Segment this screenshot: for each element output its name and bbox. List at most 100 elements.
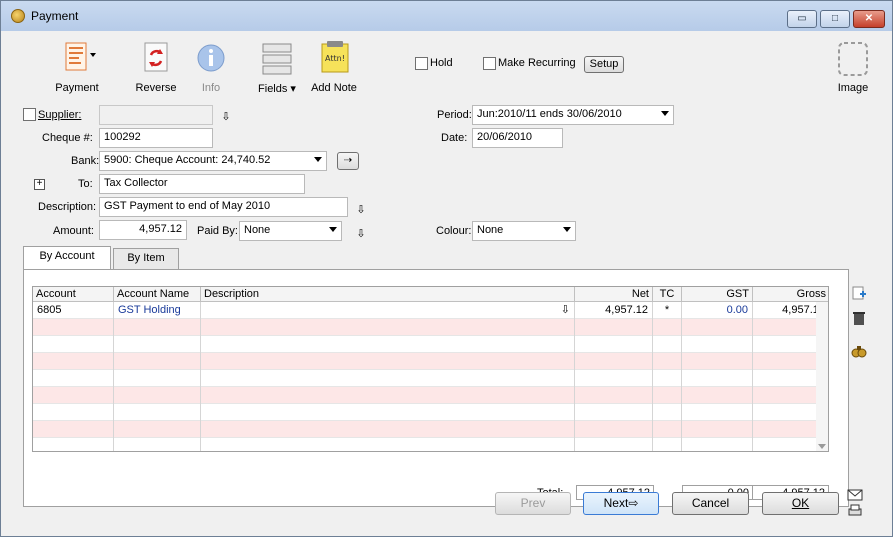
amount-field[interactable]: 4,957.12 bbox=[99, 220, 187, 240]
column-header-account[interactable]: Account bbox=[33, 287, 114, 302]
cancel-button[interactable]: Cancel bbox=[672, 492, 749, 515]
table-cell[interactable] bbox=[575, 387, 653, 404]
table-cell[interactable] bbox=[33, 421, 114, 438]
table-row[interactable] bbox=[33, 370, 828, 387]
print-icon[interactable] bbox=[847, 503, 863, 519]
scroll-down-icon[interactable] bbox=[818, 444, 826, 449]
table-cell[interactable] bbox=[653, 404, 682, 421]
table-cell[interactable] bbox=[201, 404, 575, 421]
supplier-field[interactable] bbox=[99, 105, 213, 125]
column-header-tc[interactable]: TC bbox=[653, 287, 682, 302]
table-cell[interactable] bbox=[682, 438, 753, 451]
table-cell[interactable] bbox=[114, 336, 201, 353]
bank-select[interactable]: 5900: Cheque Account: 24,740.52 bbox=[99, 151, 327, 171]
table-cell[interactable] bbox=[33, 387, 114, 404]
column-header-description[interactable]: Description bbox=[201, 287, 575, 302]
table-cell[interactable] bbox=[653, 421, 682, 438]
table-row[interactable] bbox=[33, 319, 828, 336]
column-header-gross[interactable]: Gross bbox=[753, 287, 828, 302]
to-field[interactable]: Tax Collector bbox=[99, 174, 305, 194]
table-cell[interactable] bbox=[682, 387, 753, 404]
table-cell[interactable] bbox=[201, 319, 575, 336]
hold-checkbox[interactable] bbox=[415, 57, 428, 70]
title-bar[interactable]: Payment ▭ □ ✕ bbox=[1, 1, 892, 31]
delete-row-icon[interactable] bbox=[851, 310, 867, 326]
prev-button[interactable]: Prev bbox=[495, 492, 571, 515]
table-cell[interactable] bbox=[201, 387, 575, 404]
tab-by-account[interactable]: By Account bbox=[23, 246, 111, 270]
description-field[interactable]: GST Payment to end of May 2010 bbox=[99, 197, 348, 217]
expand-icon[interactable]: + bbox=[34, 179, 45, 190]
table-cell[interactable] bbox=[114, 438, 201, 451]
table-cell[interactable] bbox=[114, 387, 201, 404]
supplier-checkbox[interactable] bbox=[23, 108, 36, 121]
setup-button[interactable]: Setup bbox=[584, 56, 624, 73]
next-button[interactable]: Next⇨ bbox=[583, 492, 659, 515]
table-cell[interactable] bbox=[33, 353, 114, 370]
ok-button[interactable]: OK bbox=[762, 492, 839, 515]
table-cell[interactable] bbox=[114, 421, 201, 438]
table-cell[interactable] bbox=[682, 370, 753, 387]
table-cell[interactable] bbox=[33, 370, 114, 387]
bank-transfer-button[interactable]: ⇢ bbox=[337, 152, 359, 170]
table-cell[interactable] bbox=[682, 404, 753, 421]
table-cell[interactable] bbox=[653, 370, 682, 387]
table-cell[interactable] bbox=[114, 370, 201, 387]
table-cell[interactable] bbox=[575, 404, 653, 421]
cell-gst[interactable]: 0.00 bbox=[682, 302, 753, 319]
email-icon[interactable] bbox=[847, 487, 863, 503]
table-cell[interactable] bbox=[682, 319, 753, 336]
cell-description[interactable]: ⇩ bbox=[201, 302, 575, 319]
table-row[interactable] bbox=[33, 353, 828, 370]
add-row-icon[interactable] bbox=[851, 285, 867, 301]
table-cell[interactable] bbox=[682, 421, 753, 438]
table-cell[interactable] bbox=[575, 438, 653, 451]
table-cell[interactable] bbox=[653, 387, 682, 404]
paid-by-select[interactable]: None bbox=[239, 221, 342, 241]
table-cell[interactable] bbox=[201, 336, 575, 353]
description-lookup-arrow-icon[interactable]: ⇩ bbox=[561, 302, 570, 318]
table-cell[interactable] bbox=[201, 421, 575, 438]
table-row[interactable] bbox=[33, 421, 828, 438]
table-row[interactable] bbox=[33, 404, 828, 421]
period-select[interactable]: Jun:2010/11 ends 30/06/2010 bbox=[472, 105, 674, 125]
table-cell[interactable] bbox=[575, 370, 653, 387]
cell-net[interactable]: 4,957.12 bbox=[575, 302, 653, 319]
table-cell[interactable] bbox=[653, 438, 682, 451]
description-lookup-arrow-icon[interactable]: ⇩ bbox=[355, 204, 367, 216]
tab-by-item[interactable]: By Item bbox=[113, 248, 179, 270]
table-cell[interactable] bbox=[653, 336, 682, 353]
date-field[interactable]: 20/06/2010 bbox=[472, 128, 563, 148]
cheque-number-field[interactable]: 100292 bbox=[99, 128, 213, 148]
maximize-button[interactable]: □ bbox=[820, 10, 850, 28]
image-button[interactable]: Image bbox=[833, 41, 873, 94]
table-cell[interactable] bbox=[33, 438, 114, 451]
grid-vertical-scrollbar[interactable] bbox=[816, 302, 828, 451]
info-button[interactable]: Info bbox=[193, 41, 229, 94]
fields-button[interactable]: Fields ▾ bbox=[253, 41, 301, 95]
table-cell[interactable] bbox=[114, 353, 201, 370]
paid-by-lookup-arrow-icon[interactable]: ⇩ bbox=[355, 228, 367, 240]
close-button[interactable]: ✕ bbox=[853, 10, 885, 28]
table-cell[interactable] bbox=[575, 319, 653, 336]
cell-account[interactable]: 6805 bbox=[33, 302, 114, 319]
payment-tool-button[interactable]: Payment bbox=[47, 41, 107, 94]
column-header-gst[interactable]: GST bbox=[682, 287, 753, 302]
table-cell[interactable] bbox=[575, 336, 653, 353]
column-header-account-name[interactable]: Account Name bbox=[114, 287, 201, 302]
reverse-button[interactable]: Reverse bbox=[131, 41, 181, 94]
table-cell[interactable] bbox=[575, 353, 653, 370]
table-row[interactable] bbox=[33, 438, 828, 451]
table-cell[interactable] bbox=[201, 370, 575, 387]
colour-select[interactable]: None bbox=[472, 221, 576, 241]
make-recurring-checkbox[interactable] bbox=[483, 57, 496, 70]
table-cell[interactable] bbox=[201, 353, 575, 370]
table-cell[interactable] bbox=[653, 353, 682, 370]
table-cell[interactable] bbox=[33, 319, 114, 336]
cell-account-name[interactable]: GST Holding bbox=[114, 302, 201, 319]
table-row[interactable] bbox=[33, 336, 828, 353]
table-cell[interactable] bbox=[33, 336, 114, 353]
table-cell[interactable] bbox=[33, 404, 114, 421]
supplier-lookup-arrow-icon[interactable]: ⇩ bbox=[220, 111, 232, 123]
cell-tc[interactable]: * bbox=[653, 302, 682, 319]
